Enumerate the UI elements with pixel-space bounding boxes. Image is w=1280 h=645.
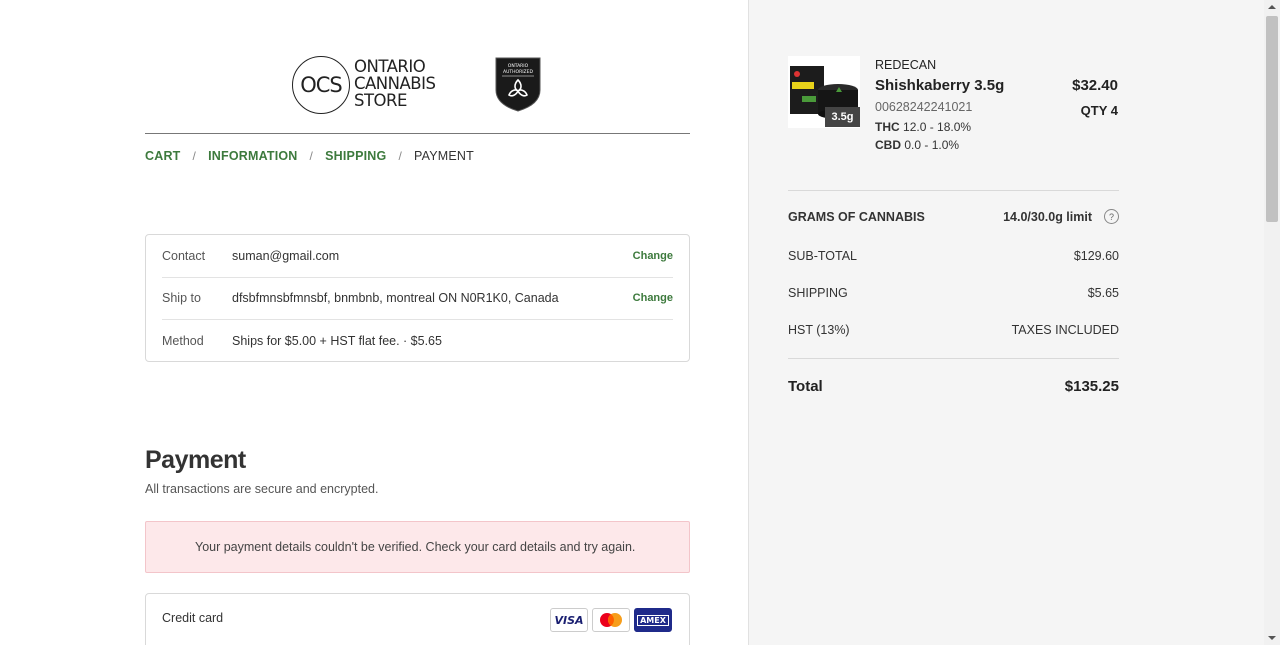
subtotal-row: SUB-TOTAL $129.60 [788,249,1119,263]
payment-error-message: Your payment details couldn't be verifie… [145,521,690,573]
product-cbd: CBD 0.0 - 1.0% [875,138,959,152]
shipping-row: SHIPPING $5.65 [788,286,1119,300]
hst-value: TAXES INCLUDED [1011,323,1119,337]
header-divider [145,133,690,134]
grams-value: 14.0/30.0g limit [1003,209,1092,224]
breadcrumb-separator: / [398,149,402,163]
total-label: Total [788,378,823,395]
review-ship-row: Ship to dfsbfmnsbfmnsbf, bnmbnb, montrea… [162,277,673,320]
review-method-row: Method Ships for $5.00 + HST flat fee. ·… [162,319,673,362]
thc-value: 12.0 - 18.0% [903,120,972,134]
product-quantity: QTY 4 [1080,103,1118,118]
ocs-logo-text[interactable]: ONTARIO CANNABIS STORE [354,57,436,110]
thc-label: THC [875,120,900,134]
breadcrumb-information[interactable]: INFORMATION [208,149,297,163]
breadcrumb-separator: / [192,149,197,163]
total-row: Total $135.25 [788,378,1119,395]
total-value: $135.25 [1064,378,1119,395]
hst-row: HST (13%) TAXES INCLUDED [788,323,1119,337]
mastercard-icon [592,608,630,632]
badge-line-2: AUTHORIZED [503,69,533,75]
order-summary-sidebar: 3.5g REDECAN Shishkaberry 3.5g 006282422… [748,0,1264,645]
visa-text: VISA [554,613,584,627]
summary-divider [788,190,1119,191]
header-logos: OCS ONTARIO CANNABIS STORE ONTARIO AUTHO… [290,54,550,116]
cbd-label: CBD [875,138,901,152]
ship-to-label: Ship to [162,291,201,305]
scroll-thumb[interactable] [1266,16,1278,222]
ontario-authorized-badge-icon: ONTARIO AUTHORIZED [495,57,541,112]
product-size-badge: 3.5g [825,107,860,127]
help-icon[interactable]: ? [1104,209,1119,224]
grams-label: GRAMS OF CANNABIS [788,209,925,224]
product-sku: 00628242241021 [875,100,973,114]
change-ship-link[interactable]: Change [633,292,673,304]
amex-text: AMEX [637,614,669,626]
method-label: Method [162,333,204,348]
ship-to-value: dfsbfmnsbfmnsbf, bnmbnb, montreal ON N0R… [232,291,559,305]
subtotal-label: SUB-TOTAL [788,249,857,263]
credit-card-option[interactable]: Credit card VISA AMEX [145,593,690,645]
breadcrumb-cart[interactable]: CART [145,149,181,163]
contact-label: Contact [162,249,206,263]
payment-title: Payment [145,446,246,474]
product-price: $32.40 [1072,77,1118,94]
total-divider [788,358,1119,359]
product-name: Shishkaberry 3.5g [875,77,1005,94]
credit-card-label: Credit card [162,611,224,625]
shipping-value: $5.65 [1087,286,1119,300]
mastercard-circles-icon [600,613,622,627]
product-thc: THC 12.0 - 18.0% [875,120,971,134]
visa-icon: VISA [550,608,588,632]
cbd-value: 0.0 - 1.0% [904,138,960,152]
payment-error-text: Your payment details couldn't be verifie… [195,540,636,554]
logo-line-3: STORE [354,91,407,110]
ocs-logo-circle[interactable]: OCS [292,56,350,114]
checkout-main: OCS ONTARIO CANNABIS STORE ONTARIO AUTHO… [0,0,748,645]
scroll-down-icon[interactable] [1268,636,1276,640]
page-scrollbar[interactable] [1264,0,1280,645]
hst-label: HST (13%) [788,323,850,337]
order-review-box: Contact suman@gmail.com Change Ship to d… [145,234,690,362]
breadcrumb-separator: / [309,149,314,163]
change-contact-link[interactable]: Change [633,250,673,262]
breadcrumb: CART / INFORMATION / SHIPPING / PAYMENT [145,149,474,163]
breadcrumb-payment-current: PAYMENT [413,149,474,163]
review-contact-row: Contact suman@gmail.com Change [162,235,673,278]
breadcrumb-shipping[interactable]: SHIPPING [325,149,386,163]
grams-of-cannabis-row: GRAMS OF CANNABIS 14.0/30.0g limit ? [788,209,1119,224]
scroll-up-icon[interactable] [1268,5,1276,9]
shipping-label: SHIPPING [788,286,848,300]
logo-line-1: ONTARIO [354,57,426,76]
grams-value-wrap: 14.0/30.0g limit ? [1003,209,1119,224]
payment-subtitle: All transactions are secure and encrypte… [145,482,379,496]
badge-line-1: ONTARIO [508,63,529,69]
amex-icon: AMEX [634,608,672,632]
product-brand: REDECAN [875,58,937,72]
subtotal-value: $129.60 [1073,249,1119,263]
contact-value: suman@gmail.com [232,249,340,263]
logo-line-2: CANNABIS [354,74,436,93]
method-value: Ships for $5.00 + HST flat fee. · $5.65 [232,333,442,348]
accepted-cards: VISA AMEX [550,608,672,632]
